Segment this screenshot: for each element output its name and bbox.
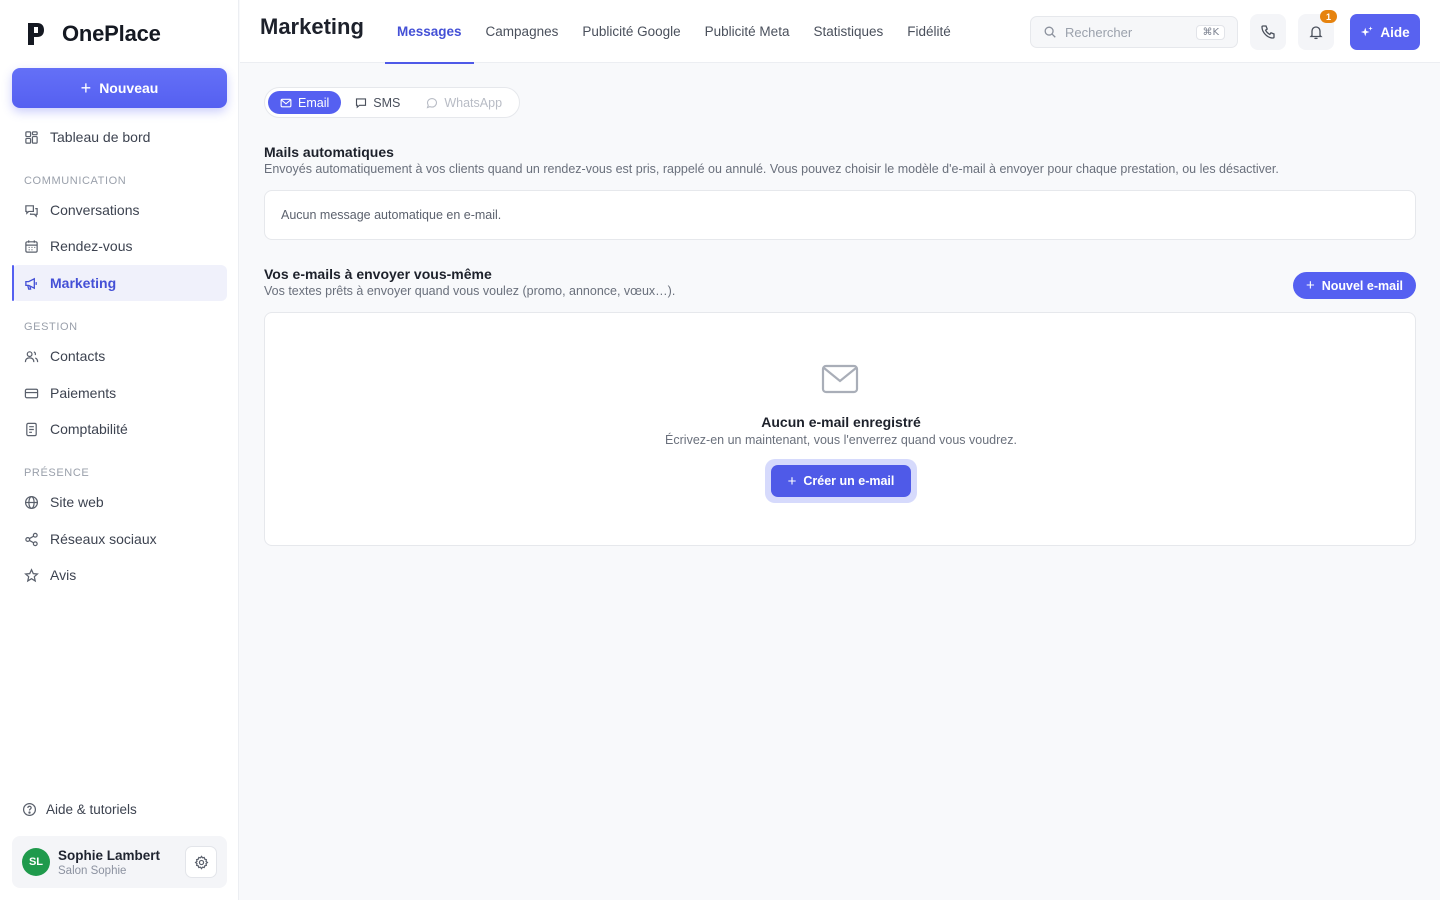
sidebar-item-conversations[interactable]: Conversations — [12, 192, 227, 228]
section-title-gestion: Gestion — [24, 321, 78, 333]
sidebar-item-dashboard[interactable]: Tableau de bord — [12, 119, 227, 155]
manual-mails-description: Vos textes prêts à envoyer quand vous vo… — [264, 284, 676, 298]
ledger-icon — [26, 422, 37, 436]
dashboard-icon — [25, 130, 38, 144]
auto-mails-empty: Aucun message automatique en e-mail. — [281, 208, 502, 222]
notifications-button[interactable]: 1 — [1298, 10, 1337, 50]
help-circle-icon — [22, 802, 37, 817]
search-box[interactable]: ⌘K — [1030, 16, 1238, 48]
sparkles-icon — [1361, 26, 1374, 37]
manual-mails-title: Vos e-mails à envoyer vous-même — [264, 266, 492, 282]
user-name: Sophie Lambert — [58, 847, 161, 863]
sidebar-item-rendez-vous[interactable]: Rendez-vous — [12, 228, 227, 264]
app-logo[interactable]: OnePlace — [26, 20, 161, 48]
channel-tab-label: Email — [298, 95, 330, 110]
create-email-label: Créer un e-mail — [803, 474, 895, 488]
auto-mails-card: Aucun message automatique en e-mail. — [264, 190, 1416, 240]
sidebar-item-reseaux-sociaux[interactable]: Réseaux sociaux — [12, 521, 227, 557]
sidebar-item-label: Rendez-vous — [50, 238, 133, 254]
message-icon — [356, 97, 367, 108]
tab-statistiques[interactable]: Statistiques — [801, 0, 895, 63]
plus-icon: + — [1305, 277, 1315, 294]
gear-icon — [194, 854, 208, 870]
mail-icon — [280, 98, 292, 107]
user-card[interactable]: SL Sophie Lambert Salon Sophie — [12, 836, 227, 888]
phone-icon — [1261, 25, 1275, 39]
new-button[interactable]: + Nouveau — [12, 68, 227, 108]
page-title: Marketing — [260, 14, 364, 39]
top-bar: Marketing Messages Campagnes Publicité G… — [240, 0, 1440, 64]
sidebar-item-paiements[interactable]: Paiements — [12, 375, 227, 411]
tab-publicite-meta[interactable]: Publicité Meta — [693, 0, 802, 63]
avatar: SL — [22, 848, 50, 876]
channel-tab-sms[interactable]: SMS — [343, 91, 412, 114]
share-icon — [25, 532, 38, 546]
tab-campagnes[interactable]: Campagnes — [474, 0, 571, 63]
tab-fidelite[interactable]: Fidélité — [895, 0, 963, 63]
help-button-label: Aide — [1380, 24, 1410, 40]
star-icon — [24, 567, 39, 582]
shortcut-hint: ⌘K — [1196, 25, 1225, 40]
sidebar-item-label: Site web — [50, 494, 104, 510]
create-email-button[interactable]: + Créer un e-mail — [771, 465, 911, 497]
section-title-communication: Communication — [24, 175, 127, 187]
search-icon — [1044, 26, 1056, 38]
auto-mails-description: Envoyés automatiquement à vos clients qu… — [264, 162, 1279, 176]
sidebar-item-contacts[interactable]: Contacts — [12, 338, 227, 374]
help-button[interactable]: Aide — [1350, 14, 1420, 50]
sidebar-item-label: Contacts — [50, 348, 106, 364]
channel-tab-label: WhatsApp — [444, 95, 503, 110]
sidebar-item-label: Réseaux sociaux — [50, 531, 157, 547]
credit-card-icon — [24, 388, 39, 398]
settings-button[interactable] — [185, 846, 217, 878]
business-name: Salon Sophie — [58, 864, 127, 877]
plus-icon: + — [787, 472, 797, 490]
user-info: Sophie Lambert Salon Sophie — [58, 848, 160, 877]
section-title-presence: Présence — [24, 467, 90, 479]
sidebar-item-avis[interactable]: Avis — [12, 557, 227, 593]
tab-messages[interactable]: Messages — [385, 0, 474, 64]
sidebar-item-marketing[interactable]: Marketing — [12, 265, 227, 301]
section-tabs: Messages Campagnes Publicité Google Publ… — [385, 0, 963, 64]
envelope-icon — [821, 364, 859, 394]
calendar-icon — [25, 239, 38, 253]
plus-icon: + — [80, 78, 92, 98]
logo-icon — [28, 23, 44, 45]
channel-tab-whatsapp: WhatsApp — [414, 91, 514, 114]
empty-state-description: Écrivez-en un maintenant, vous l'enverre… — [665, 433, 1017, 447]
sidebar-item-label: Conversations — [50, 202, 140, 218]
megaphone-icon — [25, 277, 37, 290]
empty-state-title: Aucun e-mail enregistré — [761, 414, 921, 430]
new-button-label: Nouveau — [99, 80, 159, 96]
manual-mails-card: Aucun e-mail enregistré Écrivez-en un ma… — [264, 312, 1416, 546]
sidebar-item-label: Paiements — [50, 385, 117, 401]
new-email-button[interactable]: + Nouvel e-mail — [1293, 272, 1416, 299]
notification-badge: 1 — [1320, 10, 1337, 23]
channel-tab-email[interactable]: Email — [268, 91, 342, 114]
sidebar-item-label: Marketing — [50, 275, 117, 291]
chat-icon — [25, 204, 38, 218]
bell-icon — [1309, 26, 1323, 40]
help-link-label: Aide & tutoriels — [46, 802, 137, 817]
sidebar-item-label: Comptabilité — [50, 421, 128, 437]
sidebar-item-site-web[interactable]: Site web — [12, 484, 227, 520]
phone-button[interactable] — [1250, 14, 1286, 50]
globe-icon — [24, 495, 39, 509]
app-name: OnePlace — [62, 21, 161, 46]
whatsapp-icon — [426, 97, 438, 108]
sidebar-item-comptabilite[interactable]: Comptabilité — [12, 411, 227, 447]
channel-tabs: Email SMS WhatsApp — [264, 87, 521, 118]
sidebar-item-label: Tableau de bord — [50, 129, 151, 145]
sidebar-item-label: Avis — [50, 567, 77, 583]
channel-tab-label: SMS — [373, 95, 401, 110]
users-icon — [24, 350, 39, 362]
new-email-label: Nouvel e-mail — [1321, 278, 1404, 293]
help-tutorials-link[interactable]: Aide & tutoriels — [22, 802, 137, 817]
tab-publicite-google[interactable]: Publicité Google — [570, 0, 692, 63]
search-input[interactable] — [1065, 24, 1185, 40]
auto-mails-title: Mails automatiques — [264, 144, 394, 160]
sidebar: OnePlace + Nouveau Tableau de bord Commu… — [0, 0, 239, 900]
